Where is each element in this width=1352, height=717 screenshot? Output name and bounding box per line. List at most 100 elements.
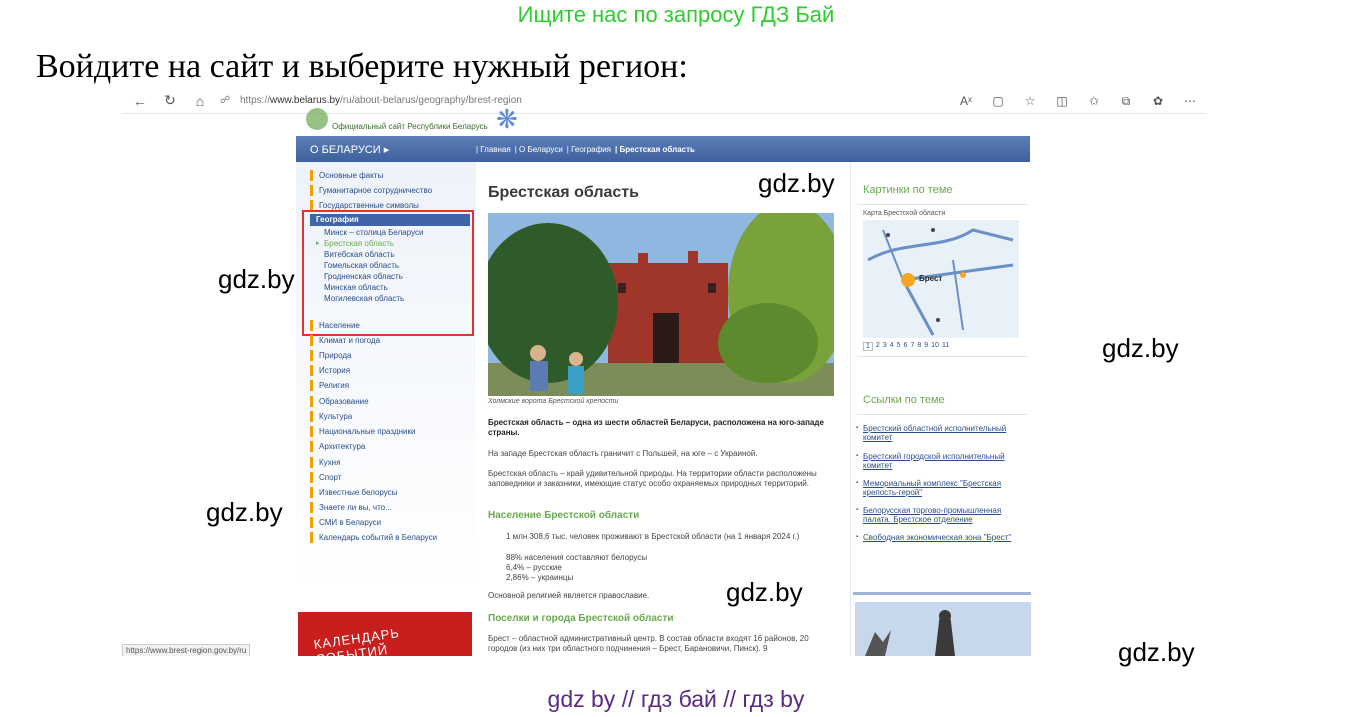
article-title: Брестская область (488, 184, 639, 201)
divider (857, 356, 1027, 357)
monument-image[interactable] (855, 602, 1031, 656)
sidebar-item[interactable]: СМИ в Беларуси (310, 517, 381, 528)
sidebar-item[interactable]: Религия (310, 380, 349, 391)
logo-caption: Официальный сайт Республики Беларусь (332, 122, 488, 131)
website: Официальный сайт Республики Беларусь ❋ О… (122, 104, 1206, 656)
page-link[interactable]: 4 (890, 342, 894, 351)
related-link[interactable]: Белорусская торгово-промышленная палата.… (856, 506, 1029, 524)
more-menu-icon[interactable]: ⋯ (1180, 91, 1200, 111)
page-link[interactable]: 11 (942, 342, 949, 351)
breadcrumb-geography[interactable]: | География (567, 145, 611, 154)
sidebar-item[interactable]: Население (310, 320, 360, 331)
app-icon[interactable]: ▢ (988, 91, 1008, 111)
extensions-icon[interactable]: ✿ (1148, 91, 1168, 111)
sidebar-item[interactable]: Кухня (310, 457, 340, 468)
article-lead: Брестская область – одна из шести област… (488, 418, 824, 437)
collections-icon[interactable]: ⧉ (1116, 91, 1136, 111)
photo-caption: Холмские ворота Брестской крепости (488, 398, 619, 405)
split-screen-icon[interactable]: ◫ (1052, 91, 1072, 111)
sidebar-item[interactable]: Культура (310, 411, 352, 422)
sidebar-item[interactable]: Календарь событий в Беларуси (310, 532, 437, 543)
instruction-heading: Войдите на сайт и выберите нужный регион… (36, 48, 688, 85)
page-link[interactable]: 5 (897, 342, 901, 351)
nav-section-title[interactable]: О БЕЛАРУСИ ▸ (296, 143, 476, 156)
sidebar-item[interactable]: Архитектура (310, 441, 365, 452)
top-banner: Ищите нас по запросу ГДЗ Бай (517, 2, 835, 27)
browser-window: ← ↻ ⌂ ☍ https://www.belarus.by/ru/about-… (122, 88, 1206, 656)
divider (857, 204, 1027, 205)
monument-illustration (855, 602, 1031, 656)
page-link[interactable]: 2 (876, 342, 880, 351)
logo-leaf-icon (306, 108, 328, 130)
sidebar-item[interactable]: Климат и погода (310, 335, 380, 346)
left-sidebar: Основные факты Гуманитарное сотрудничест… (296, 162, 476, 592)
sidebar-item[interactable]: Спорт (310, 472, 342, 483)
fortress-photo (488, 213, 834, 396)
page-link[interactable]: 9 (924, 342, 928, 351)
site-nav-bar: О БЕЛАРУСИ ▸ | Главная | О Беларуси | Ге… (296, 136, 1030, 162)
region-map[interactable]: Брест (863, 220, 1019, 338)
events-calendar-label: КАЛЕНДАРЬ СОБЫТИЙ (312, 625, 401, 656)
watermark: gdz.by (206, 497, 283, 527)
home-icon[interactable]: ⌂ (188, 90, 212, 112)
related-link[interactable]: Брестский городской исполнительный комит… (856, 452, 1029, 470)
favorite-star-icon[interactable]: ☆ (1020, 91, 1040, 111)
fortress-illustration (488, 213, 834, 396)
breadcrumb-current: | Брестская область (615, 144, 695, 154)
back-arrow-icon[interactable]: ← (128, 90, 152, 112)
watermark: gdz.by (1102, 333, 1179, 363)
map-caption: Карта Брестской области (863, 210, 946, 217)
url-host: www.belarus.by (270, 95, 341, 106)
breadcrumb-home[interactable]: | Главная (476, 145, 511, 154)
url-path: /ru/about-belarus/geography/brest-region (340, 95, 522, 106)
page-link[interactable]: 7 (910, 342, 914, 351)
article-paragraph: Брестская область – край удивительной пр… (488, 469, 817, 488)
sidebar-item[interactable]: История (310, 365, 350, 376)
divider (857, 414, 1027, 415)
status-bar-url: https://www.brest-region.gov.by/ru (122, 644, 251, 656)
links-title: Ссылки по теме (863, 394, 945, 406)
page-link[interactable]: 6 (904, 342, 908, 351)
pictures-title: Картинки по теме (863, 184, 953, 196)
site-logo[interactable]: Официальный сайт Республики Беларусь ❋ (296, 104, 1030, 136)
events-calendar-banner[interactable]: КАЛЕНДАРЬ СОБЫТИЙ (298, 612, 472, 656)
article-paragraph: На западе Брестская область граничит с П… (488, 449, 758, 458)
sidebar-item[interactable]: Национальные праздники (310, 426, 415, 437)
sidebar-item[interactable]: Известные белорусы (310, 487, 397, 498)
page-link[interactable]: 3 (883, 342, 887, 351)
related-link[interactable]: Мемориальный комплекс "Брестская крепост… (856, 479, 1029, 497)
breadcrumb: | Главная | О Беларуси | География | Бре… (476, 145, 695, 154)
url-prefix: https:// (240, 95, 271, 106)
read-aloud-icon[interactable]: A​ˣ (956, 91, 976, 111)
map-city-label: Брест (919, 274, 943, 283)
related-link[interactable]: Брестский областной исполнительный комит… (856, 424, 1029, 442)
divider (853, 592, 1031, 595)
page-link[interactable]: 8 (917, 342, 921, 351)
watermark: gdz.by (1118, 637, 1195, 667)
list-item: 2,86% – украинцы (506, 573, 574, 582)
favorites-icon[interactable]: ✩ (1084, 91, 1104, 111)
section-heading-population: Население Брестской области (488, 510, 640, 521)
logo-star-icon: ❋ (496, 104, 518, 134)
sidebar-item[interactable]: Основные факты (310, 170, 383, 181)
section-heading-cities: Поселки и города Брестской области (488, 613, 674, 624)
page-link-current[interactable]: 1 (863, 342, 873, 351)
sidebar-item[interactable]: Природа (310, 350, 352, 361)
watermark: gdz.by (758, 168, 835, 198)
list-item: 88% населения составляют белорусы (506, 553, 648, 562)
page: Ищите нас по запросу ГДЗ Бай Войдите на … (0, 0, 1352, 717)
list-item: 6,4% – русские (506, 563, 562, 572)
lock-icon: ☍ (220, 95, 231, 106)
related-link[interactable]: Свободная экономическая зона "Брест" (856, 533, 1029, 542)
reload-icon[interactable]: ↻ (158, 90, 182, 112)
right-column: Картинки по теме Карта Брестской области (850, 162, 1031, 656)
article-paragraph: Брест – областной административный центр… (488, 634, 809, 653)
page-link[interactable]: 10 (931, 342, 939, 351)
sidebar-item[interactable]: Знаете ли вы, что... (310, 502, 392, 513)
highlight-box (302, 210, 474, 336)
sidebar-item[interactable]: Гуманитарное сотрудничество (310, 185, 432, 196)
toolbar-actions: A​ˣ ▢ ☆ ◫ ✩ ⧉ ✿ ⋯ (956, 91, 1200, 111)
sidebar-item[interactable]: Образование (310, 396, 369, 407)
breadcrumb-about[interactable]: | О Беларуси (515, 145, 563, 154)
address-bar[interactable]: ☍ https://www.belarus.by/ru/about-belaru… (220, 91, 940, 111)
